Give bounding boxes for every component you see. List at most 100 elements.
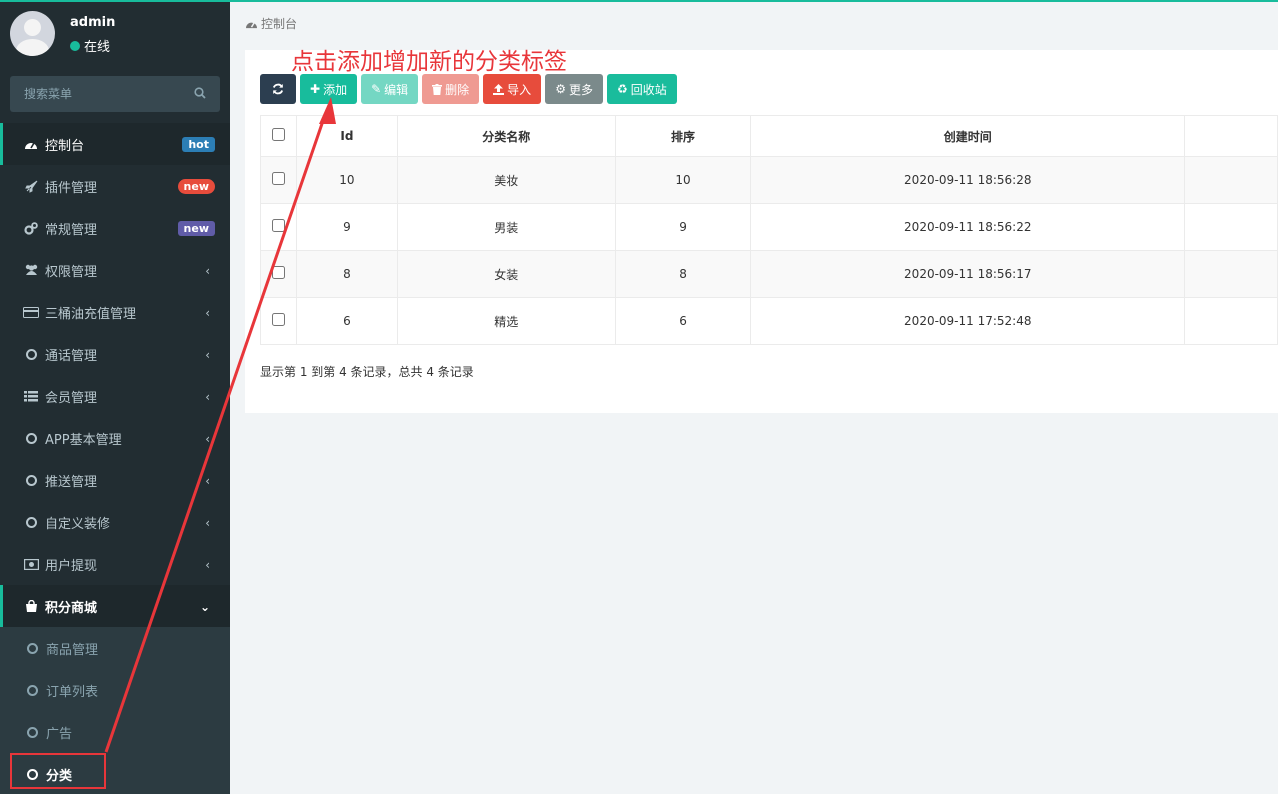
- cell-sort: 10: [614, 156, 752, 204]
- cell-operate: [1184, 250, 1278, 298]
- chevron-left-icon: ‹: [205, 390, 210, 404]
- sidebar-item-custom-decor[interactable]: 自定义装修 ‹: [0, 501, 230, 543]
- user-name: admin: [70, 15, 116, 30]
- rocket-icon: [23, 179, 39, 193]
- sidebar-subitem-label: 商品管理: [46, 642, 99, 658]
- cell-id: 6: [295, 297, 398, 345]
- cell-sort: 9: [614, 203, 752, 251]
- circle-icon: [27, 684, 38, 696]
- row-checkbox[interactable]: [271, 313, 285, 326]
- sidebar-subitem-products[interactable]: 商品管理: [0, 627, 230, 669]
- sidebar-subitem-ads[interactable]: 广告: [0, 711, 230, 753]
- column-header-sort[interactable]: 排序: [614, 115, 752, 157]
- upload-icon: [493, 83, 505, 95]
- cell-id: 10: [295, 156, 398, 204]
- cell-name: 男装: [396, 203, 616, 251]
- sidebar-item-label: 推送管理: [45, 474, 98, 490]
- sidebar-item-members[interactable]: 会员管理 ‹: [0, 375, 230, 417]
- delete-button-label: 删除: [445, 82, 470, 97]
- cell-operate: [1184, 156, 1278, 204]
- avatar-shoulders: [16, 39, 49, 56]
- cell-name: 女装: [396, 250, 616, 298]
- chevron-left-icon: ‹: [205, 558, 210, 572]
- gear-icon: ⚙: [555, 82, 566, 96]
- online-dot-icon: [70, 40, 80, 51]
- money-icon: [23, 557, 39, 571]
- recycle-bin-button-label: 回收站: [630, 82, 667, 97]
- cell-created: 2020-09-11 18:56:22: [750, 203, 1186, 251]
- sidebar-item-permissions[interactable]: 权限管理 ‹: [0, 249, 230, 291]
- menu-search: [10, 76, 220, 112]
- chevron-down-icon: ⌄: [199, 600, 210, 614]
- table-row[interactable]: 8 女装 8 2020-09-11 18:56:17: [260, 250, 1278, 298]
- row-checkbox[interactable]: [271, 172, 285, 185]
- refresh-button[interactable]: [260, 74, 296, 104]
- table-row[interactable]: 9 男装 9 2020-09-11 18:56:22: [260, 203, 1278, 251]
- column-header-created[interactable]: 创建时间: [750, 115, 1186, 157]
- sidebar-item-label: 三桶油充值管理: [45, 306, 137, 322]
- row-checkbox[interactable]: [271, 266, 285, 279]
- sidebar-item-withdraw[interactable]: 用户提现 ‹: [0, 543, 230, 585]
- row-select-cell: [260, 250, 297, 298]
- sidebar-item-label: 自定义装修: [45, 516, 111, 532]
- highlight-box: [10, 753, 106, 789]
- sidebar-item-general[interactable]: 常规管理 new: [0, 207, 230, 249]
- circle-icon: [23, 473, 39, 487]
- search-icon[interactable]: [194, 87, 206, 99]
- sidebar-item-fuel-recharge[interactable]: 三桶油充值管理 ‹: [0, 291, 230, 333]
- top-accent-line: [0, 0, 1278, 2]
- pagination-summary: 显示第 1 到第 4 条记录，总共 4 条记录: [260, 365, 474, 379]
- table-row[interactable]: 10 美妆 10 2020-09-11 18:56:28: [260, 156, 1278, 204]
- users-icon: [23, 263, 39, 277]
- add-button-label: 添加: [323, 82, 348, 97]
- dashboard-icon: [23, 137, 39, 151]
- recycle-bin-button[interactable]: ♻ 回收站: [606, 74, 677, 104]
- chevron-left-icon: ‹: [205, 264, 210, 278]
- column-header-name[interactable]: 分类名称: [396, 115, 616, 157]
- menu-search-input[interactable]: [10, 76, 190, 112]
- avatar[interactable]: [10, 11, 55, 56]
- column-header-id[interactable]: Id: [295, 115, 398, 157]
- list-icon: [23, 389, 39, 403]
- breadcrumb-label[interactable]: 控制台: [261, 15, 297, 32]
- import-button-label: 导入: [507, 82, 532, 97]
- sidebar-item-app-basic[interactable]: APP基本管理 ‹: [0, 417, 230, 459]
- add-button[interactable]: ✚ 添加: [300, 74, 358, 104]
- sidebar-item-label: 通话管理: [45, 348, 98, 364]
- row-checkbox[interactable]: [271, 219, 285, 232]
- cell-id: 8: [295, 250, 398, 298]
- chevron-left-icon: ‹: [205, 474, 210, 488]
- column-header-operate: [1184, 115, 1278, 157]
- cell-operate: [1184, 297, 1278, 345]
- cell-id: 9: [295, 203, 398, 251]
- sidebar-item-label: 常规管理: [45, 222, 98, 238]
- sidebar-item-calls[interactable]: 通话管理 ‹: [0, 333, 230, 375]
- chevron-left-icon: ‹: [205, 516, 210, 530]
- cell-operate: [1184, 203, 1278, 251]
- sidebar-item-points-mall[interactable]: 积分商城 ⌄: [0, 585, 230, 627]
- toolbar: ✚ 添加 ✎ 编辑 删除 导入 ⚙ 更多 ♻ 回收站: [260, 74, 677, 104]
- select-all-checkbox[interactable]: [271, 128, 285, 141]
- cell-sort: 6: [614, 297, 752, 345]
- select-all-cell: [260, 115, 297, 157]
- sidebar-item-label: APP基本管理: [45, 432, 122, 448]
- hot-badge: hot: [182, 137, 215, 152]
- circle-icon: [23, 431, 39, 445]
- circle-icon: [27, 726, 38, 738]
- import-button[interactable]: 导入: [483, 74, 542, 104]
- plus-icon: ✚: [310, 82, 321, 96]
- cell-name: 精选: [396, 297, 616, 345]
- sidebar-item-push[interactable]: 推送管理 ‹: [0, 459, 230, 501]
- refresh-icon: [272, 83, 284, 95]
- trash-icon: [432, 83, 443, 95]
- table-row[interactable]: 6 精选 6 2020-09-11 17:52:48: [260, 297, 1278, 345]
- delete-button[interactable]: 删除: [422, 74, 480, 104]
- breadcrumb: 控制台: [245, 15, 297, 32]
- cogs-icon: [23, 221, 39, 235]
- sidebar-subitem-orders[interactable]: 订单列表: [0, 669, 230, 711]
- annotation-text: 点击添加增加新的分类标签: [291, 49, 567, 75]
- sidebar-item-plugins[interactable]: 插件管理 new: [0, 165, 230, 207]
- sidebar-item-dashboard[interactable]: 控制台 hot: [0, 123, 230, 165]
- edit-button[interactable]: ✎ 编辑: [361, 74, 419, 104]
- more-button[interactable]: ⚙ 更多: [545, 74, 603, 104]
